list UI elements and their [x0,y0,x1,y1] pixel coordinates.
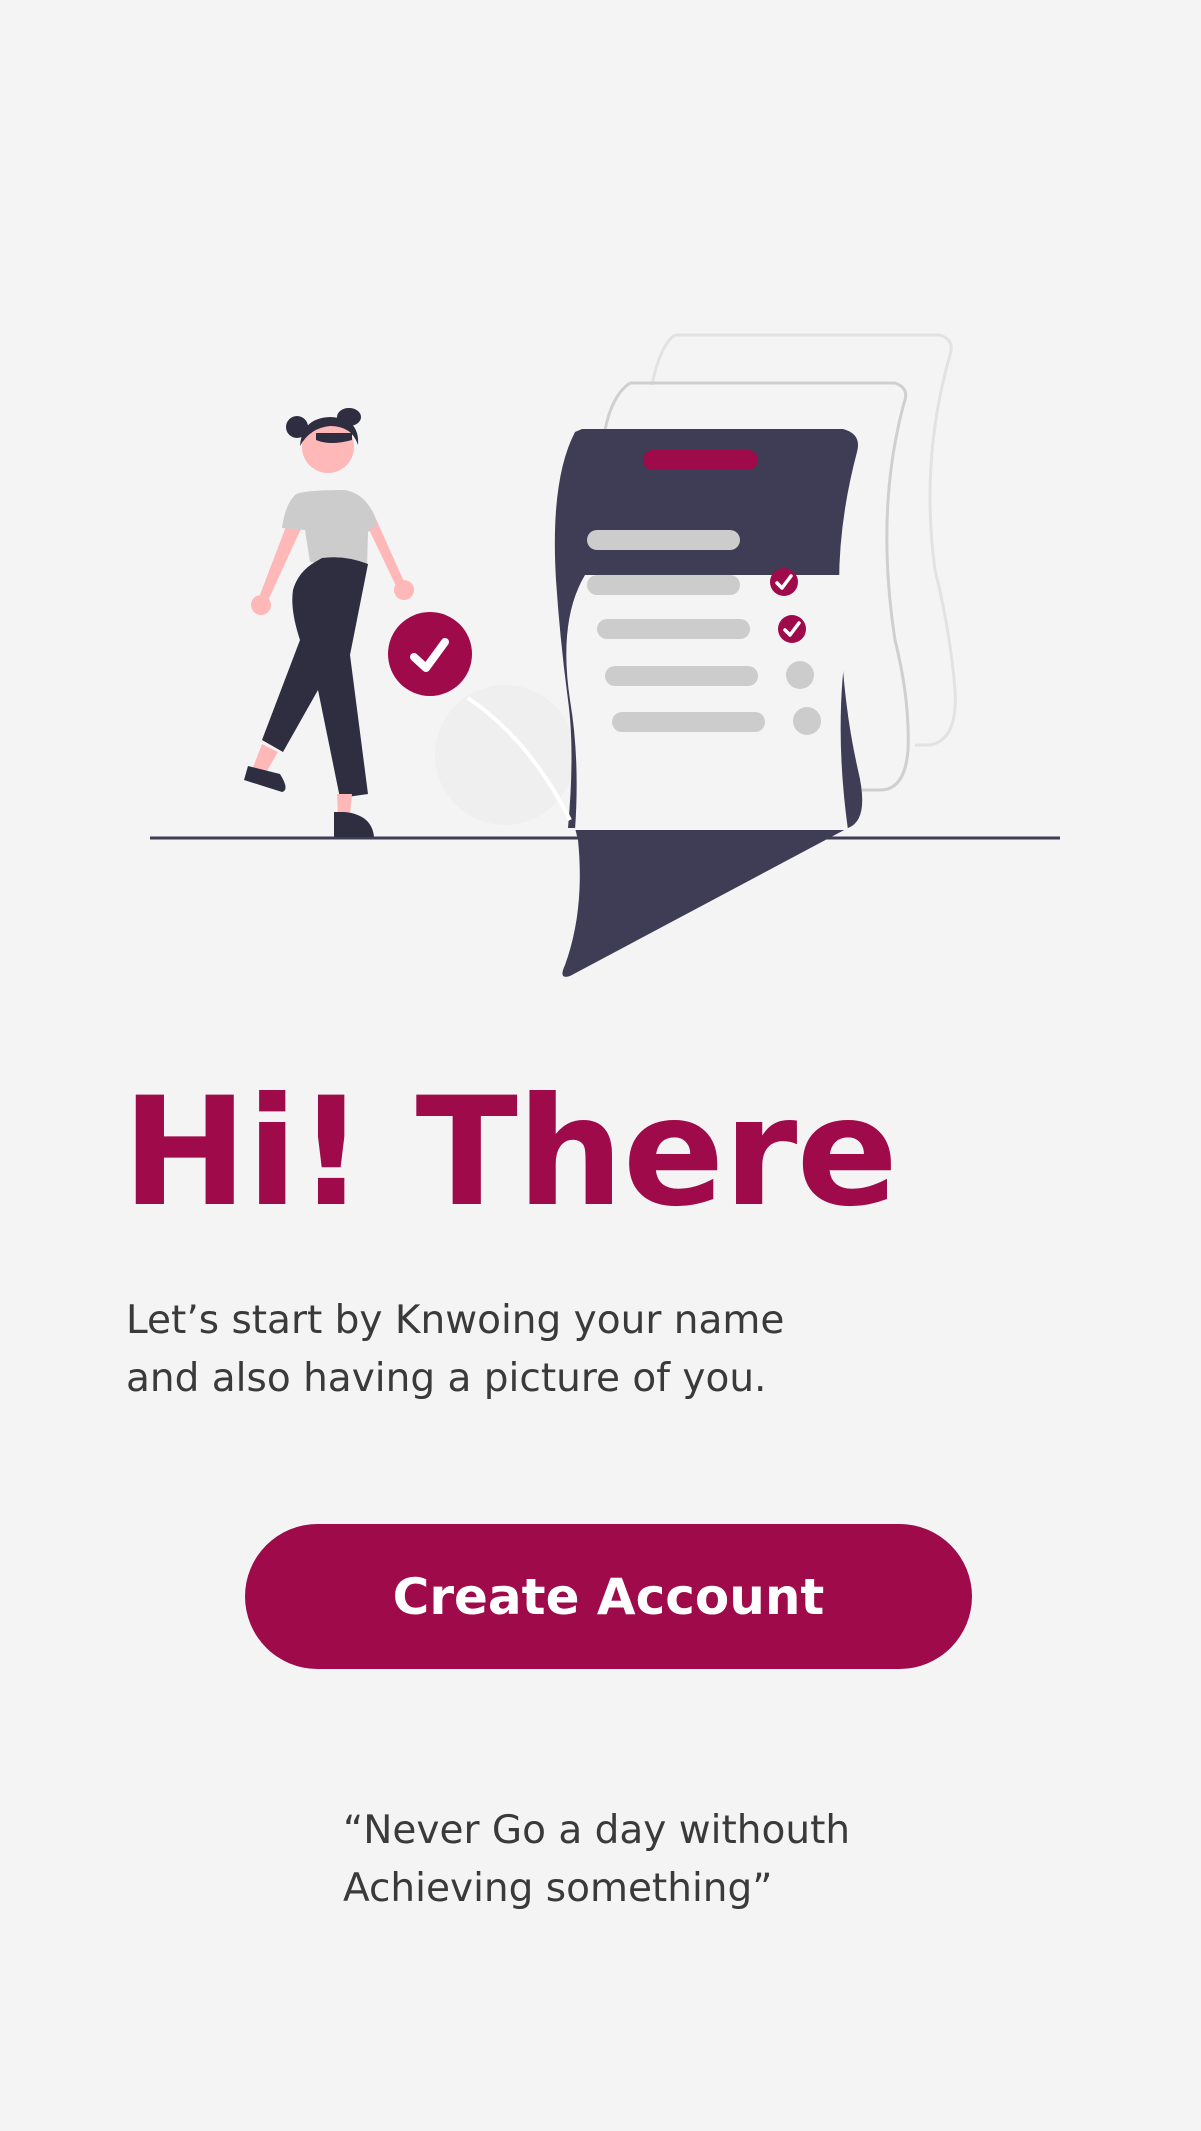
create-account-button[interactable]: Create Account [245,1524,972,1669]
list-line-3 [597,619,750,639]
welcome-subtitle-line-1: Let’s start by Knwoing your name [126,1298,785,1343]
document-dark-flap [562,828,848,977]
list-line-5 [612,712,765,732]
check-circle-2 [778,615,806,643]
woman-figure [244,408,414,837]
empty-circle-3 [786,661,814,689]
back-sheet-far-top [650,333,676,386]
quote-line-1: “Never Go a day withouth [343,1808,851,1853]
welcome-subtitle: Let’s start by Knwoing your name and als… [126,1292,926,1408]
motivational-quote: “Never Go a day withouth Achieving somet… [343,1802,1043,1918]
check-circle-1 [770,568,798,596]
document-accent-bar [643,450,758,470]
quote-line-2: Achieving something” [343,1866,773,1911]
list-line-1 [587,530,740,550]
checklist-illustration [0,300,1201,1000]
background-circle [435,685,575,825]
big-check-badge [388,612,472,696]
list-line-2 [587,575,740,595]
checklist-illustration-icon [150,333,1060,977]
welcome-subtitle-line-2: and also having a picture of you. [126,1356,767,1401]
back-sheet-mid-top [603,381,631,431]
empty-circle-4 [793,707,821,735]
document-light-panel [566,575,857,830]
welcome-screen: Hi! There Let’s start by Knwoing your na… [0,0,1201,2131]
page-title: Hi! There [122,1066,898,1240]
list-line-4 [605,666,758,686]
